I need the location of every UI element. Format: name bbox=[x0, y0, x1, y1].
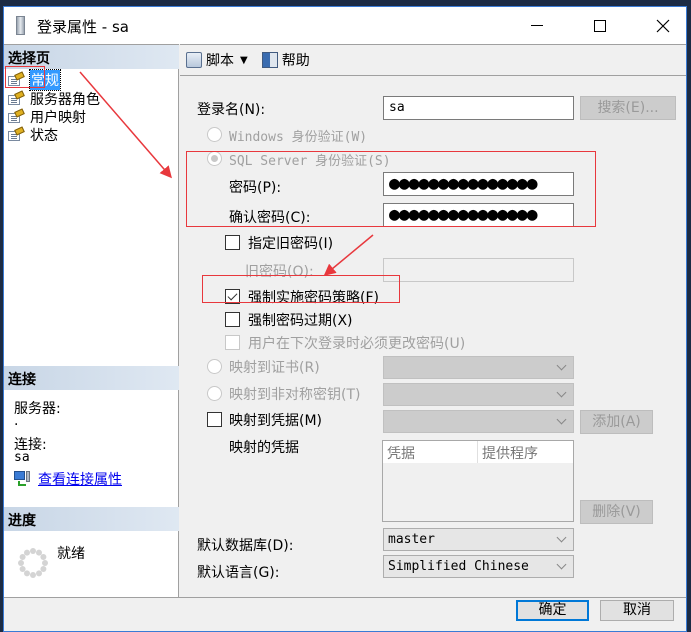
page-server-roles[interactable]: 服务器角色 bbox=[8, 90, 100, 108]
chevron-down-icon bbox=[556, 559, 567, 570]
chevron-down-icon bbox=[556, 414, 567, 425]
page-general[interactable]: 常规 bbox=[8, 69, 61, 91]
map-asymmetric-key-label: 映射到非对称密钥(T) bbox=[229, 387, 361, 403]
certificate-select[interactable] bbox=[383, 356, 574, 379]
page-status-label: 状态 bbox=[30, 128, 58, 144]
map-certificate-label: 映射到证书(R) bbox=[229, 360, 320, 376]
login-properties-dialog: 登录属性 - sa 选择页 常规 服务器角色 用户映射 状态 连接 服务器: .… bbox=[3, 6, 687, 632]
chevron-down-icon bbox=[556, 532, 567, 543]
chevron-down-icon bbox=[556, 360, 567, 371]
default-database-select[interactable]: master bbox=[383, 528, 574, 551]
ok-button[interactable]: 确定 bbox=[516, 600, 589, 621]
left-panel: 选择页 常规 服务器角色 用户映射 状态 连接 服务器: . 连接: sa 查看… bbox=[4, 44, 179, 597]
specify-old-password-label: 指定旧密码(I) bbox=[248, 236, 334, 252]
view-connection-properties-label: 查看连接属性 bbox=[38, 472, 122, 488]
enforce-password-expiration-label: 强制密码过期(X) bbox=[248, 313, 353, 329]
default-language-label: 默认语言(G): bbox=[197, 565, 280, 581]
confirm-password-input[interactable]: ●●●●●●●●●●●●●●● bbox=[383, 203, 574, 227]
toolbar: 脚本 ▼ 帮助 bbox=[180, 44, 686, 76]
title-bar: 登录属性 - sa bbox=[4, 7, 686, 44]
select-page-header: 选择页 bbox=[4, 45, 179, 69]
connection-icon bbox=[14, 471, 32, 487]
close-icon bbox=[656, 19, 670, 32]
page-icon bbox=[8, 90, 25, 106]
script-label: 脚本 bbox=[206, 53, 234, 69]
default-language-value: Simplified Chinese bbox=[388, 559, 529, 574]
server-icon bbox=[16, 16, 25, 35]
default-database-label: 默认数据库(D): bbox=[197, 538, 294, 554]
window-title: 登录属性 - sa bbox=[37, 18, 129, 36]
enforce-password-policy-label: 强制实施密码策略(F) bbox=[248, 290, 379, 306]
login-name-label: 登录名(N): bbox=[197, 102, 266, 118]
help-button[interactable]: 帮助 bbox=[261, 50, 310, 70]
remove-credential-button[interactable]: 删除(V) bbox=[580, 500, 653, 524]
must-change-password-checkbox[interactable] bbox=[225, 335, 240, 350]
footer-divider bbox=[4, 597, 686, 598]
view-connection-properties-link[interactable]: 查看连接属性 bbox=[14, 469, 122, 489]
specify-old-password-checkbox[interactable] bbox=[225, 235, 240, 250]
page-user-mapping-label: 用户映射 bbox=[30, 110, 86, 126]
mapped-credentials-grid[interactable]: 凭据 提供程序 bbox=[382, 440, 574, 522]
old-password-label: 旧密码(O): bbox=[245, 264, 314, 280]
sql-auth-radio[interactable] bbox=[207, 151, 222, 166]
close-button[interactable] bbox=[640, 7, 686, 44]
column-credential[interactable]: 凭据 bbox=[383, 441, 478, 463]
map-credential-label: 映射到凭据(M) bbox=[229, 413, 323, 429]
server-value: . bbox=[14, 413, 19, 429]
minimize-button[interactable] bbox=[514, 7, 560, 44]
enforce-password-expiration-checkbox[interactable] bbox=[225, 312, 240, 327]
enforce-password-policy-checkbox[interactable] bbox=[225, 289, 240, 304]
server-label: 服务器: bbox=[14, 401, 61, 417]
password-input[interactable]: ●●●●●●●●●●●●●●● bbox=[383, 172, 574, 196]
progress-spinner-icon bbox=[18, 548, 48, 578]
script-button[interactable]: 脚本 ▼ bbox=[186, 50, 254, 70]
help-label: 帮助 bbox=[281, 53, 310, 69]
column-provider[interactable]: 提供程序 bbox=[478, 441, 573, 463]
chevron-down-icon bbox=[556, 387, 567, 398]
login-name-input[interactable]: sa bbox=[383, 96, 574, 120]
connection-header: 连接 bbox=[4, 366, 179, 390]
page-icon bbox=[8, 108, 25, 124]
default-language-select[interactable]: Simplified Chinese bbox=[383, 555, 574, 578]
cancel-button[interactable]: 取消 bbox=[600, 600, 674, 621]
maximize-button[interactable] bbox=[577, 7, 623, 44]
default-database-value: master bbox=[388, 532, 435, 547]
credential-select[interactable] bbox=[383, 410, 574, 433]
page-general-label: 常规 bbox=[29, 69, 61, 91]
search-button[interactable]: 搜索(E)... bbox=[580, 96, 676, 120]
progress-status: 就绪 bbox=[57, 546, 85, 562]
sql-auth-label: SQL Server 身份验证(S) bbox=[229, 154, 391, 169]
asymmetric-key-select[interactable] bbox=[383, 383, 574, 406]
map-certificate-radio[interactable] bbox=[207, 359, 222, 374]
grid-header: 凭据 提供程序 bbox=[383, 441, 573, 463]
minimize-icon bbox=[531, 25, 543, 26]
page-icon bbox=[8, 71, 25, 87]
progress-section: 就绪 bbox=[4, 507, 179, 598]
page-user-mapping[interactable]: 用户映射 bbox=[8, 108, 86, 126]
map-asymmetric-key-radio[interactable] bbox=[207, 386, 222, 401]
must-change-password-label: 用户在下次登录时必须更改密码(U) bbox=[248, 336, 466, 352]
map-credential-checkbox[interactable] bbox=[207, 412, 222, 427]
help-icon bbox=[261, 52, 278, 68]
confirm-password-label: 确认密码(C): bbox=[229, 210, 311, 226]
mapped-credentials-label: 映射的凭据 bbox=[229, 440, 299, 456]
connection-value: sa bbox=[14, 450, 30, 465]
password-label: 密码(P): bbox=[229, 180, 282, 196]
windows-auth-label: Windows 身份验证(W) bbox=[229, 130, 368, 145]
page-icon bbox=[8, 126, 25, 142]
script-dropdown-icon[interactable]: ▼ bbox=[240, 55, 248, 66]
windows-auth-radio[interactable] bbox=[207, 127, 222, 142]
script-icon bbox=[186, 52, 202, 68]
page-status[interactable]: 状态 bbox=[8, 126, 58, 144]
page-server-roles-label: 服务器角色 bbox=[30, 92, 100, 108]
old-password-input[interactable] bbox=[383, 258, 574, 282]
maximize-icon bbox=[594, 19, 606, 32]
add-credential-button[interactable]: 添加(A) bbox=[580, 410, 653, 434]
